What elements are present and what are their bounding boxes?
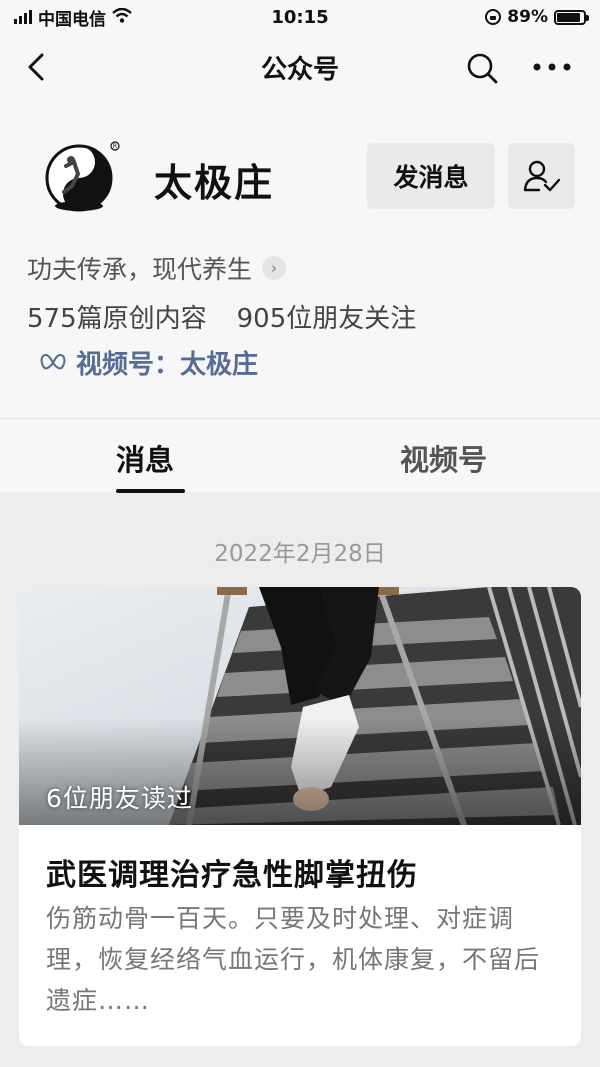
account-name: 太极庄	[154, 161, 275, 205]
account-avatar[interactable]: R	[44, 140, 120, 216]
account-bio[interactable]: 功夫传承，现代养生 ›	[27, 250, 287, 286]
article-summary: 伤筋动骨一百天。只要及时处理、对症调理，恢复经络气血运行，机体康复，不留后遗症……	[46, 904, 541, 1015]
nav-bar: 公众号	[0, 34, 600, 100]
original-content-count: 575篇原创内容	[27, 304, 207, 334]
svg-text:R: R	[113, 143, 117, 150]
tab-channels[interactable]: 视频号	[400, 437, 487, 479]
friends-read-count: 6位朋友读过	[46, 784, 193, 813]
status-bar: 中国电信 10:15 89%	[0, 0, 600, 34]
follow-button[interactable]	[508, 143, 575, 209]
follower-count: 905位朋友关注	[236, 304, 417, 334]
channels-butterfly-icon	[40, 353, 66, 369]
chevron-right-icon: ›	[262, 256, 287, 280]
bio-text: 功夫传承，现代养生	[27, 255, 253, 284]
account-stats: 575篇原创内容 905位朋友关注	[27, 298, 416, 335]
article-title: 武医调理治疗急性脚掌扭伤	[46, 858, 418, 893]
more-icon[interactable]	[532, 60, 572, 74]
channels-link-text: 视频号：太极庄	[76, 350, 259, 380]
wifi-icon	[112, 7, 132, 27]
follow-check-icon	[523, 160, 560, 192]
battery-icon	[554, 9, 589, 25]
post-date: 2022年2月28日	[214, 541, 386, 567]
battery-percent: 89%	[507, 7, 548, 27]
send-message-button[interactable]: 发消息	[367, 143, 495, 209]
signal-icon	[14, 10, 32, 24]
search-icon[interactable]	[466, 52, 498, 84]
channels-link[interactable]: 视频号：太极庄	[40, 344, 258, 381]
carrier-name: 中国电信	[38, 9, 106, 30]
active-tab-indicator	[116, 489, 185, 493]
content-tabs: 消息 视频号	[0, 418, 600, 493]
article-card[interactable]: 6位朋友读过 武医调理治疗急性脚掌扭伤 伤筋动骨一百天。只要及时处理、对症调理，…	[19, 587, 581, 1046]
account-profile: R 太极庄 发消息 功夫传承，现代养生 › 575篇原创内容 905位朋友关注 …	[0, 100, 600, 418]
tab-messages[interactable]: 消息	[116, 437, 174, 479]
back-chevron-icon[interactable]	[22, 52, 52, 82]
rotation-lock-icon	[485, 9, 502, 25]
nav-title: 公众号	[260, 54, 339, 85]
